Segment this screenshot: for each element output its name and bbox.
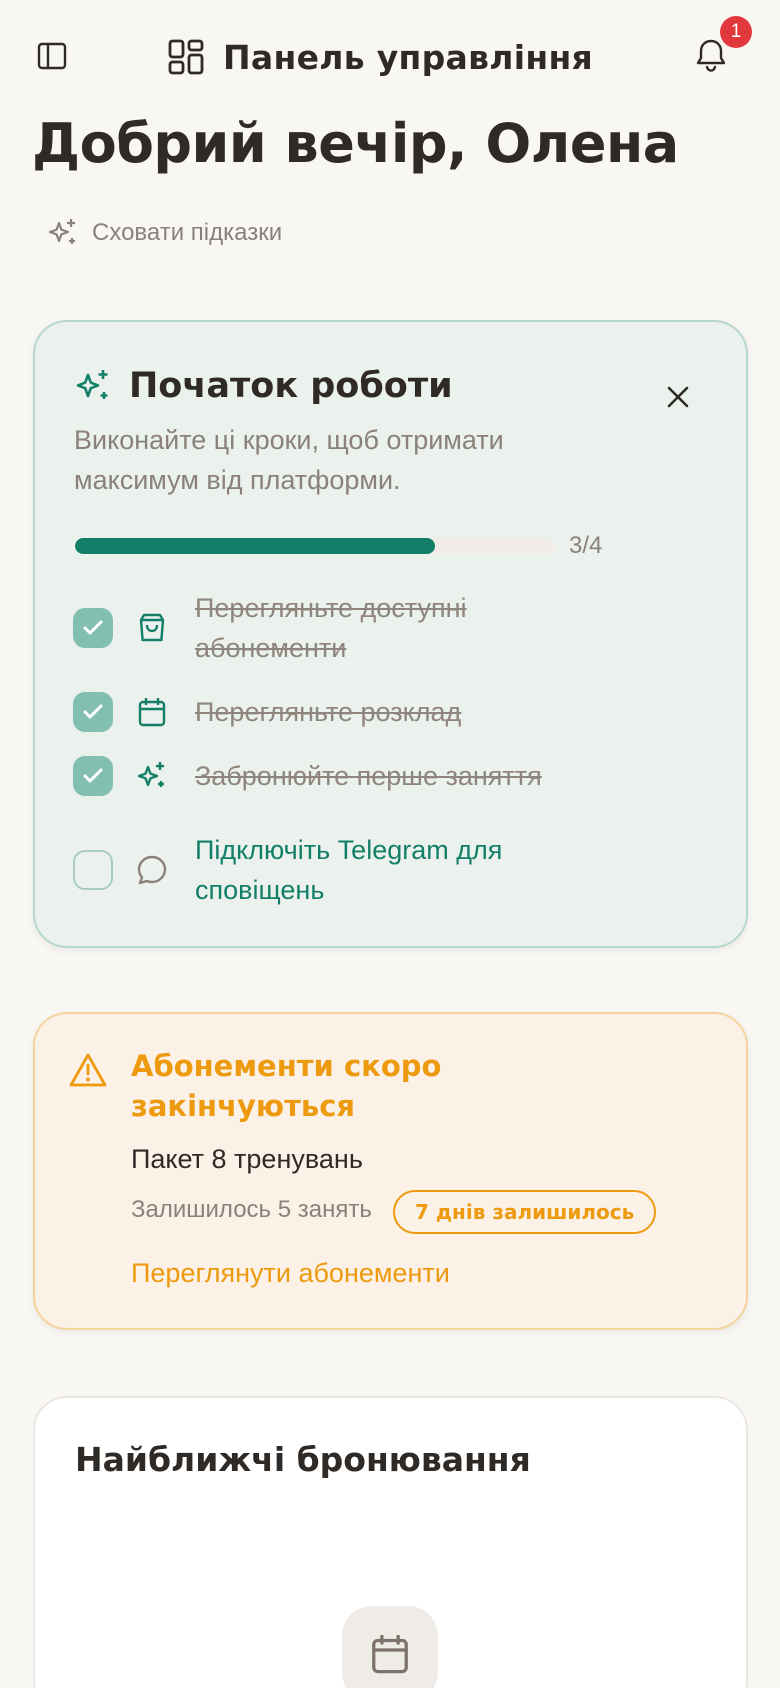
checkbox-checked[interactable] bbox=[73, 692, 113, 732]
step-label: Підключіть Telegram для сповіщень bbox=[195, 835, 503, 905]
warning-icon bbox=[69, 1053, 107, 1087]
upcoming-bookings-card: Найближчі бронювання bbox=[33, 1396, 748, 1688]
checkbox-checked[interactable] bbox=[73, 756, 113, 796]
getting-started-title: Початок роботи bbox=[129, 366, 453, 406]
check-icon bbox=[83, 704, 103, 719]
getting-started-description: Виконайте ці кроки, щоб отримати максиму… bbox=[74, 425, 504, 495]
expiring-subscriptions-card: Абонементи скоро закінчуються Пакет 8 тр… bbox=[33, 1012, 748, 1330]
expiring-title: Абонементи скоро закінчуються bbox=[131, 1049, 442, 1123]
step-label: Перегляньте розклад bbox=[195, 697, 462, 727]
hide-hints-label: Сховати підказки bbox=[92, 219, 283, 246]
dashboard-grid-icon bbox=[168, 39, 204, 75]
greeting-heading: Добрий вечір, Олена bbox=[32, 112, 679, 175]
getting-started-header: Початок роботи bbox=[73, 366, 453, 406]
sessions-left: Залишилось 5 занять bbox=[131, 1196, 372, 1223]
step-item-telegram[interactable]: Підключіть Telegram для сповіщень bbox=[73, 830, 673, 910]
calendar-icon bbox=[138, 698, 166, 727]
empty-state-icon-wrap bbox=[342, 1606, 438, 1688]
checkbox-unchecked[interactable] bbox=[73, 850, 113, 890]
step-label: Перегляньте доступні абонементи bbox=[195, 593, 467, 663]
step-item-schedule[interactable]: Перегляньте розклад bbox=[73, 692, 673, 732]
getting-started-card: Початок роботи Виконайте ці кроки, щоб о… bbox=[33, 320, 748, 948]
step-item-plans[interactable]: Перегляньте доступні абонементи bbox=[73, 588, 673, 668]
bell-icon[interactable] bbox=[694, 38, 728, 74]
page-title: Панель управління bbox=[223, 37, 594, 77]
package-name: Пакет 8 тренувань bbox=[131, 1144, 363, 1174]
bookings-title: Найближчі бронювання bbox=[75, 1440, 531, 1479]
check-icon bbox=[83, 620, 103, 635]
view-subscriptions-link[interactable]: Переглянути абонементи bbox=[131, 1258, 450, 1289]
check-icon bbox=[83, 768, 103, 783]
chat-bubble-icon bbox=[137, 855, 167, 885]
top-bar: Панель управління 1 bbox=[0, 0, 780, 110]
step-label: Забронюйте перше заняття bbox=[195, 761, 542, 791]
sparkles-icon bbox=[137, 762, 164, 787]
progress-fill bbox=[75, 538, 435, 554]
hide-hints-button[interactable]: Сховати підказки bbox=[46, 214, 282, 252]
sparkles-icon bbox=[48, 219, 75, 244]
checkbox-checked[interactable] bbox=[73, 608, 113, 648]
progress-bar bbox=[75, 538, 555, 554]
calendar-icon bbox=[372, 1635, 408, 1674]
step-item-first-class[interactable]: Забронюйте перше заняття bbox=[73, 756, 673, 796]
sparkles-icon bbox=[76, 370, 108, 399]
shopping-bag-icon bbox=[139, 613, 165, 642]
close-icon[interactable] bbox=[663, 382, 693, 412]
page-title-wrap: Панель управління bbox=[167, 36, 593, 78]
days-left-badge: 7 днів залишилось bbox=[393, 1190, 657, 1234]
sidebar-toggle-icon[interactable] bbox=[36, 40, 68, 72]
notification-badge: 1 bbox=[720, 16, 752, 48]
progress-count: 3/4 bbox=[569, 532, 603, 559]
